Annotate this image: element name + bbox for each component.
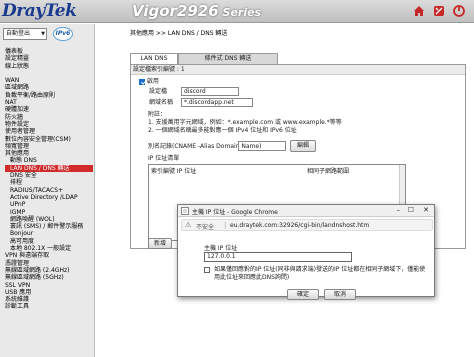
note-2: 2. 一個網域名稱最多能對應一個 IPv4 位址和 IPv6 位址	[148, 127, 297, 134]
sidebar-item-26[interactable]: 高可用度	[5, 238, 93, 245]
popup-body: 主機 IP 位址 127.0.0.1 如果僅回應對的IP 位址(同非與請求端)發…	[178, 233, 434, 300]
popup-title: 主機 IP 位址 - Google Chrome	[192, 209, 278, 216]
enable-label: 啟用	[146, 78, 159, 85]
sidebar-item-3	[5, 70, 93, 77]
enable-row: 啟用	[139, 77, 159, 87]
logout-icon[interactable]	[452, 4, 466, 18]
ip-list-title: IP 位址清單	[148, 155, 180, 162]
auto-logout-select[interactable]: 自動登出 ▼	[3, 28, 47, 40]
sidebar-item-22[interactable]: IGMP	[5, 209, 93, 216]
sidebar-item-6[interactable]: 負載平衡/路由原則	[5, 92, 93, 99]
draytek-logo[interactable]: DrayTek	[2, 1, 77, 21]
sidebar-item-2[interactable]: 線上狀態	[5, 63, 93, 70]
logout-row: 自動登出 ▼ IPv6	[3, 27, 93, 41]
model-name: Vigor2926 Series	[132, 2, 262, 20]
top-header: DrayTek Vigor2926 Series	[0, 0, 474, 23]
url-separator: |	[224, 221, 227, 229]
host-ip-label: 主機 IP 位址	[204, 245, 238, 252]
profile-input[interactable]: discord	[181, 87, 239, 96]
sidebar-menu: 儀表板 設定精靈 線上狀態 WAN 區域網路 負載平衡/路由原則 NAT 硬體加速 防火牆 物件設…	[5, 48, 93, 311]
sidebar-item-12[interactable]: 數位內容安全管理(CSM)	[5, 136, 93, 143]
cname-edit-button[interactable]: 編輯	[290, 140, 316, 152]
sidebar-item-9[interactable]: 防火牆	[5, 114, 93, 121]
host-ip-popup: 主機 IP 位址 - Google Chrome – ☐ ✕ ⚠ 不安全 | e…	[177, 204, 435, 300]
note-title: 附註：	[148, 111, 167, 118]
sidebar-item-32[interactable]: SSL VPN	[5, 282, 93, 289]
sidebar-item-11[interactable]: 使用者管理	[5, 128, 93, 135]
sidebar: 自動登出 ▼ IPv6 儀表板 設定精靈 線上狀態 WAN 區域網路 負載平衡/路由原則 NA…	[0, 24, 95, 357]
tab-conditional-dns[interactable]: 條件式 DNS 轉送	[178, 53, 278, 64]
popup-url: eu.draytek.com:32926/cgi-bin/landnshost.…	[230, 222, 370, 229]
home-icon[interactable]	[412, 4, 426, 18]
sidebar-item-8[interactable]: 硬體加速	[5, 106, 93, 113]
minimize-icon[interactable]: –	[397, 206, 401, 214]
tab-lan-dns[interactable]: LAN DNS	[130, 53, 178, 64]
profile-index-header: 設定檔索引編號 : 1	[131, 65, 465, 75]
cname-input[interactable]	[238, 141, 286, 151]
not-secure-label: 不安全	[196, 224, 215, 231]
maximize-icon[interactable]: ☐	[408, 206, 414, 214]
domain-input[interactable]: *.discordapp.net	[181, 98, 253, 107]
sidebar-item-21[interactable]: UPnP	[5, 201, 93, 208]
sidebar-item-28[interactable]: VPN 與遠端存取	[5, 252, 93, 259]
cancel-button[interactable]: 取消	[324, 289, 356, 300]
enable-checkbox[interactable]	[139, 78, 145, 85]
sidebar-item-20[interactable]: Active Directory /LDAP	[5, 194, 93, 201]
sidebar-item-15[interactable]: 動態 DNS	[5, 157, 93, 164]
column-ip: 索引編號 IP 位址	[151, 168, 197, 175]
sidebar-item-16[interactable]: LAN DNS / DNS 轉送	[5, 164, 93, 173]
domain-label: 網域名稱	[149, 99, 174, 106]
page-icon	[181, 207, 189, 215]
chevron-down-icon: ▼	[41, 31, 45, 37]
profile-label: 設定檔	[149, 88, 168, 95]
sidebar-item-1[interactable]: 設定精靈	[5, 55, 93, 62]
sidebar-item-5[interactable]: 區域網路	[5, 84, 93, 91]
sidebar-item-33[interactable]: USB 應用	[5, 289, 93, 296]
warning-icon[interactable]: ⚠	[185, 221, 191, 229]
sidebar-item-29[interactable]: 憑證管理	[5, 260, 93, 267]
sidebar-item-35[interactable]: 診斷工具	[5, 303, 93, 310]
ipv6-badge: IPv6	[53, 27, 73, 41]
popup-url-bar[interactable]: ⚠ 不安全 | eu.draytek.com:32926/cgi-bin/lan…	[181, 219, 433, 231]
sidebar-item-25[interactable]: Bonjour	[5, 230, 93, 237]
popup-titlebar: 主機 IP 位址 - Google Chrome – ☐ ✕	[178, 205, 434, 217]
breadcrumb: 其他應用 >> LAN DNS / DNS 轉送	[130, 30, 228, 37]
add-button[interactable]: 新增	[148, 238, 172, 249]
note-1: 1. 支援萬用字元網域，例如：*.example.com 或 www.examp…	[148, 119, 342, 126]
sidebar-item-24[interactable]: 寰訊 (SMS) / 郵件警示服務	[5, 223, 93, 230]
host-ip-input[interactable]: 127.0.0.1	[204, 252, 352, 262]
column-same-subnet: 相同子網路範圍	[307, 168, 350, 175]
same-subnet-checkbox[interactable]	[204, 267, 210, 273]
sidebar-item-19[interactable]: RADIUS/TACACS+	[5, 187, 93, 194]
close-icon[interactable]: ✕	[423, 206, 429, 214]
ok-button[interactable]: 確定	[287, 289, 319, 300]
sidebar-item-18[interactable]: 排程	[5, 179, 93, 186]
ip-list-header: 索引編號 IP 位址 相同子網路範圍	[149, 165, 405, 175]
same-subnet-text: 如果僅回應對的IP 位址(同非與請求端)發送的IP 位址都在相同子網域下，僅能使…	[214, 266, 426, 281]
tools-icon[interactable]	[432, 4, 446, 18]
sidebar-item-31[interactable]: 無線區域網路 (5GHz)	[5, 274, 93, 281]
